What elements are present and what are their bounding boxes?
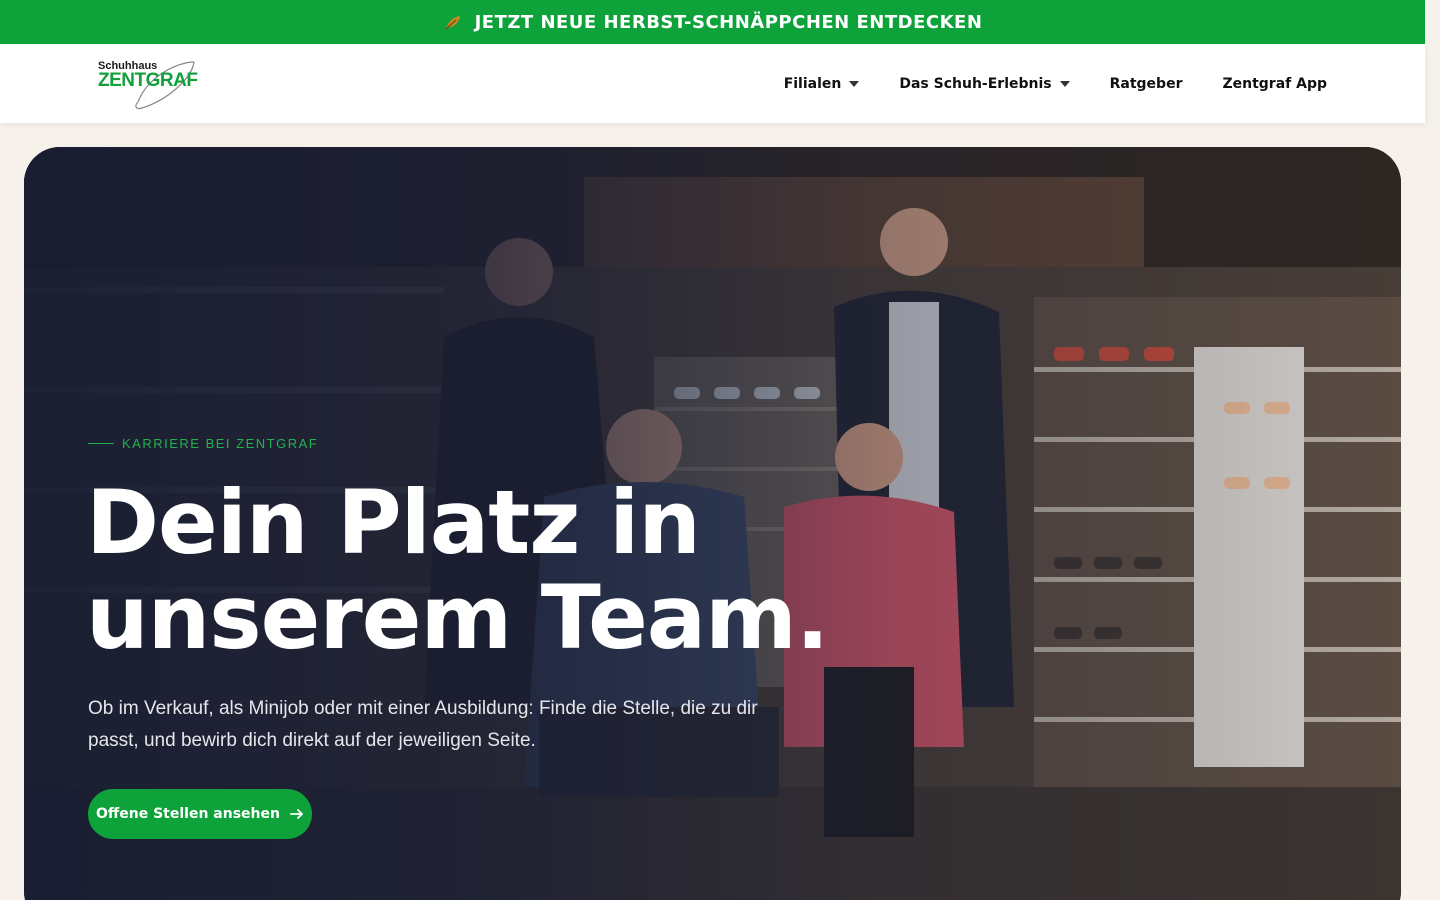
hero-section: KARRIERE BEI ZENTGRAF Dein Platz in unse… [24, 147, 1401, 900]
leaf-icon [445, 16, 460, 30]
logo-big-text: ZENTGRAF [98, 70, 198, 91]
cta-label: Offene Stellen ansehen [96, 806, 280, 822]
nav-item-ratgeber[interactable]: Ratgeber [1110, 76, 1183, 92]
eyebrow-line [88, 443, 114, 444]
nav-item-label: Ratgeber [1109, 75, 1183, 92]
hero-eyebrow: KARRIERE BEI ZENTGRAF [88, 436, 318, 451]
logo[interactable]: Schuhhaus ZENTGRAF [98, 56, 198, 112]
hero-title-line-1: Dein Platz in [86, 471, 701, 574]
scrollbar[interactable] [1425, 0, 1440, 900]
hero-subtitle: Ob im Verkauf, als Minijob oder mit eine… [88, 698, 758, 751]
chevron-down-icon [1059, 80, 1070, 87]
chevron-down-icon [849, 80, 860, 87]
nav-item-label: Das Schuh-Erlebnis [899, 75, 1052, 92]
eyebrow-text: KARRIERE BEI ZENTGRAF [122, 436, 319, 451]
nav-item-filialen[interactable]: Filialen [784, 76, 860, 92]
arrow-right-icon [290, 809, 303, 819]
promo-bar[interactable]: JETZT NEUE HERBST-SCHNÄPPCHEN ENTDECKEN [0, 0, 1425, 44]
site-header: Schuhhaus ZENTGRAF Filialen Das Schuh-Er… [0, 44, 1425, 123]
nav-item-zentgraf-app[interactable]: Zentgraf App [1222, 76, 1327, 92]
hero-title: Dein Platz in unserem Team. [86, 475, 846, 665]
nav-item-schuh-erlebnis[interactable]: Das Schuh-Erlebnis [899, 75, 1070, 92]
main-nav: Filialen Das Schuh-Erlebnis Ratgeber Zen… [784, 44, 1327, 123]
hero-title-line-2: unserem Team. [86, 566, 829, 669]
open-positions-button[interactable]: Offene Stellen ansehen [88, 789, 312, 839]
nav-item-label: Zentgraf App [1222, 75, 1327, 92]
promo-text[interactable]: JETZT NEUE HERBST-SCHNÄPPCHEN ENTDECKEN [475, 12, 983, 33]
nav-item-label: Filialen [783, 75, 842, 92]
